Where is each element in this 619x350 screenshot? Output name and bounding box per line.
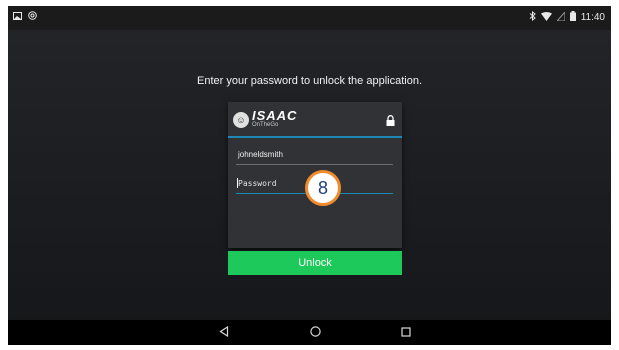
step-number-badge: 8 [305,170,341,206]
back-icon [219,324,229,342]
navigation-bar [8,320,611,345]
lock-screen: Enter your password to unlock the applic… [8,30,611,326]
logo-mark-icon: ☺ [233,111,249,128]
device-screen: 11:40 Enter your password to unlock the … [8,6,611,345]
home-icon [309,324,321,342]
bluetooth-icon [529,10,536,24]
home-button[interactable] [295,320,335,345]
picture-icon [13,11,22,23]
back-button[interactable] [204,320,244,345]
password-placeholder: Password [238,179,277,188]
unlock-prompt: Enter your password to unlock the applic… [196,75,423,87]
logo-subtitle: OnTheGo [252,122,279,128]
status-bar: 11:40 [8,6,611,30]
battery-icon [569,11,576,24]
username-field[interactable]: johneldsmith [236,146,393,165]
wifi-icon [540,11,552,24]
username-value: johneldsmith [238,150,283,159]
status-right: 11:40 [529,10,605,24]
recents-icon [401,324,411,342]
app-logo: ☺ ISAAC OnTheGo [233,108,298,129]
clock: 11:40 [580,12,605,23]
logo-title: ISAAC [252,108,298,123]
lock-icon [386,113,395,131]
recents-button[interactable] [386,320,426,345]
signal-icon [555,10,566,24]
dialog-header: ☺ ISAAC OnTheGo [228,102,402,138]
logo-text: ISAAC OnTheGo [252,108,298,129]
status-left [13,11,37,23]
unlock-button[interactable]: Unlock [228,251,402,275]
at-sign-icon [28,11,37,23]
